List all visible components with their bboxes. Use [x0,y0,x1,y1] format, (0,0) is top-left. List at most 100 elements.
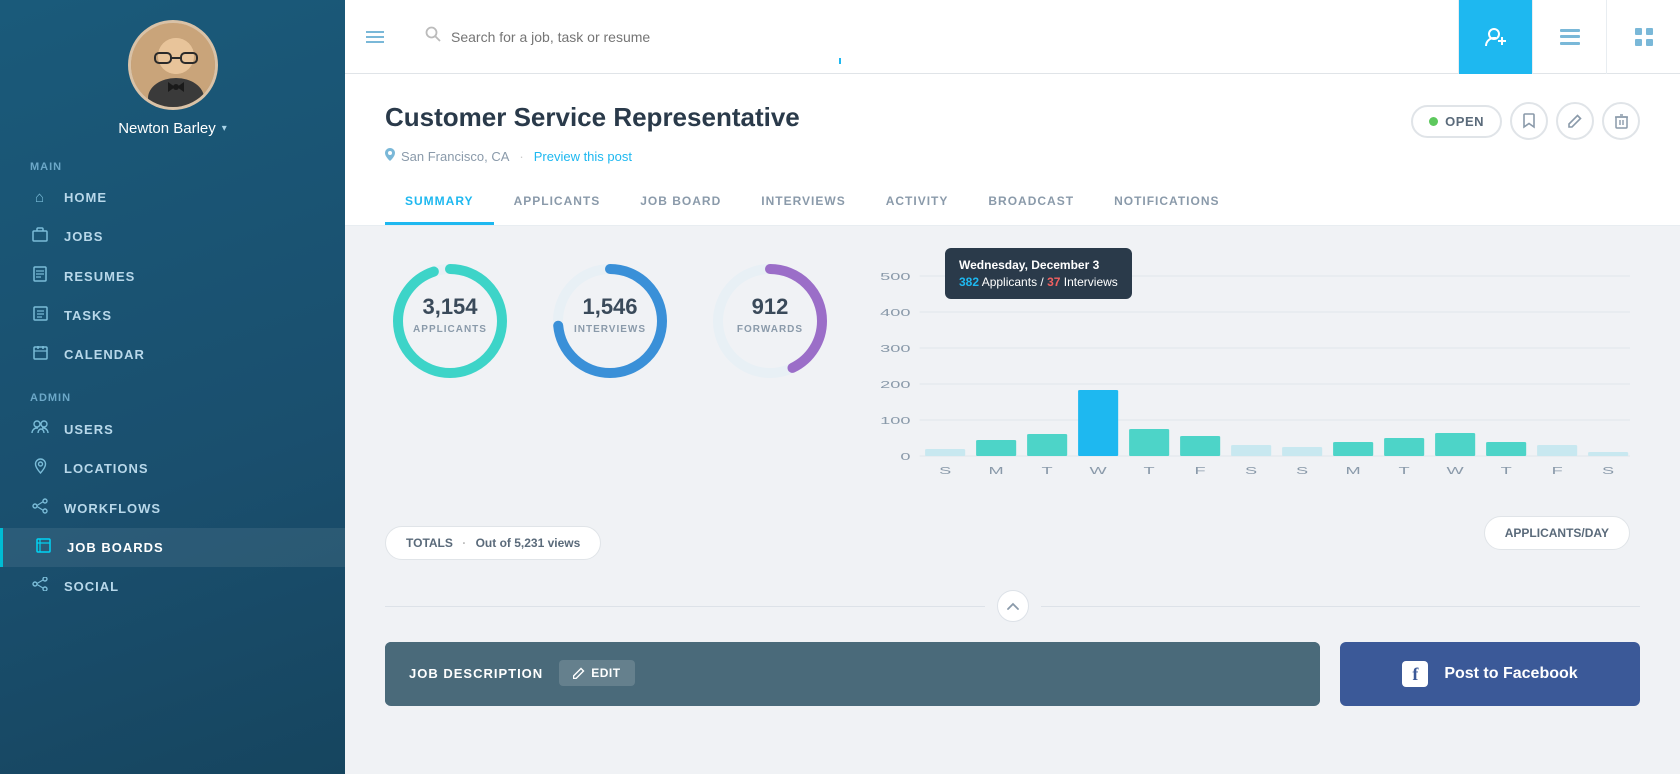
topbar [345,0,1680,74]
sidebar-item-social[interactable]: SOCIAL [0,567,345,605]
svg-text:T: T [1501,466,1512,477]
svg-text:M: M [1346,466,1361,477]
calendar-icon [30,345,50,364]
tab-applicants[interactable]: APPLICANTS [494,182,621,225]
user-name-label[interactable]: Newton Barley ▾ [118,120,227,137]
divider-line-right [1041,606,1641,607]
svg-text:1,546: 1,546 [582,294,637,319]
tasks-icon [30,306,50,325]
user-dropdown-chevron: ▾ [222,123,227,134]
sidebar-item-jobs[interactable]: JOBS [0,216,345,256]
post-to-facebook-button[interactable]: f Post to Facebook [1340,642,1640,706]
svg-text:500: 500 [880,272,910,283]
tab-notifications[interactable]: NOTIFICATIONS [1094,182,1239,225]
sidebar-section-admin: Admin [0,374,345,410]
edit-job-description-button[interactable]: EDIT [559,660,634,686]
topbar-actions [1458,0,1680,73]
svg-text:S: S [1245,466,1257,477]
sidebar-item-calendar[interactable]: CALENDAR [0,335,345,374]
svg-text:F: F [1195,466,1206,477]
summary-panel: 3,154 APPLICANTS 1,546 INTERVIEWS [345,226,1680,590]
job-location: San Francisco, CA · Preview this post [385,148,1640,164]
tab-activity[interactable]: ACTIVITY [866,182,969,225]
job-actions: OPEN [1411,102,1640,140]
edit-job-button[interactable] [1556,102,1594,140]
sidebar-item-tasks[interactable]: TASKS [0,296,345,335]
svg-text:200: 200 [880,380,910,391]
main-panel: Customer Service Representative OPEN [345,0,1680,774]
job-title: Customer Service Representative [385,102,800,133]
interviews-donut: 1,546 INTERVIEWS [545,256,675,386]
svg-text:S: S [939,466,951,477]
search-icon [425,26,441,47]
job-description-header: JOB DESCRIPTION EDIT [385,642,1320,704]
svg-text:F: F [1552,466,1563,477]
locations-icon [30,458,50,478]
sidebar-item-resumes[interactable]: RESUMES [0,256,345,296]
social-icon [30,577,50,595]
search-input[interactable] [451,29,1438,45]
bottom-section: JOB DESCRIPTION EDIT f Post to Facebook [345,622,1680,726]
location-pin-icon [385,148,395,164]
bar-chart-section: Wednesday, December 3 382 Applicants / 3… [835,256,1640,486]
applicants-per-day-pill[interactable]: APPLICANTS/DAY [1484,516,1630,550]
svg-text:3,154: 3,154 [422,294,478,319]
home-icon: ⌂ [30,189,50,206]
svg-text:912: 912 [752,294,789,319]
section-divider [345,590,1680,622]
sidebar: Newton Barley ▾ Main ⌂ HOME JOBS RESUMES… [0,0,345,774]
sidebar-section-main: Main [0,143,345,179]
job-header: Customer Service Representative OPEN [345,74,1680,226]
donut-section: 3,154 APPLICANTS 1,546 INTERVIEWS [385,256,835,386]
totals-pill[interactable]: TOTALS · Out of 5,231 views [385,526,601,560]
chart-tooltip: Wednesday, December 3 382 Applicants / 3… [945,248,1132,299]
sidebar-item-locations[interactable]: LOCATIONS [0,448,345,488]
collapse-button[interactable] [997,590,1029,622]
job-description-card: JOB DESCRIPTION EDIT [385,642,1320,706]
tab-job-board[interactable]: JOB BOARD [620,182,741,225]
hamburger-button[interactable] [345,30,405,44]
bookmark-button[interactable] [1510,102,1548,140]
forwards-donut: 912 FORWARDS [705,256,835,386]
sidebar-item-job-boards[interactable]: JOB BOARDS [0,528,345,567]
applicants-donut: 3,154 APPLICANTS [385,256,515,386]
svg-text:T: T [1042,466,1053,477]
tabs: SUMMARY APPLICANTS JOB BOARD INTERVIEWS … [385,182,1640,225]
grid-view-button[interactable] [1606,0,1680,74]
add-person-button[interactable] [1458,0,1532,74]
search-area [405,26,1458,47]
svg-text:T: T [1399,466,1410,477]
job-boards-icon [33,538,53,557]
tab-interviews[interactable]: INTERVIEWS [741,182,865,225]
users-icon [30,420,50,438]
sidebar-item-workflows[interactable]: WORKFLOWS [0,488,345,528]
svg-text:APPLICANTS: APPLICANTS [413,324,487,335]
sidebar-item-home[interactable]: ⌂ HOME [0,179,345,216]
svg-text:400: 400 [880,308,910,319]
resumes-icon [30,266,50,286]
workflows-icon [30,498,50,518]
status-badge[interactable]: OPEN [1411,105,1502,138]
job-description-label: JOB DESCRIPTION [409,666,543,681]
avatar [128,20,218,110]
svg-text:FORWARDS: FORWARDS [737,324,803,335]
svg-text:M: M [989,466,1004,477]
list-view-button[interactable] [1532,0,1606,74]
divider-line [385,606,985,607]
svg-text:INTERVIEWS: INTERVIEWS [574,324,646,335]
facebook-icon: f [1402,661,1428,687]
svg-text:0: 0 [900,452,910,463]
preview-post-link[interactable]: Preview this post [534,149,632,164]
tab-summary[interactable]: SUMMARY [385,182,494,225]
svg-text:100: 100 [880,416,910,427]
content-area: Customer Service Representative OPEN [345,74,1680,774]
svg-text:W: W [1447,466,1464,477]
status-dot [1429,117,1438,126]
svg-text:T: T [1144,466,1155,477]
svg-text:S: S [1296,466,1308,477]
tab-broadcast[interactable]: BROADCAST [968,182,1094,225]
svg-text:S: S [1602,466,1614,477]
sidebar-item-users[interactable]: USERS [0,410,345,448]
delete-job-button[interactable] [1602,102,1640,140]
svg-text:W: W [1090,466,1107,477]
